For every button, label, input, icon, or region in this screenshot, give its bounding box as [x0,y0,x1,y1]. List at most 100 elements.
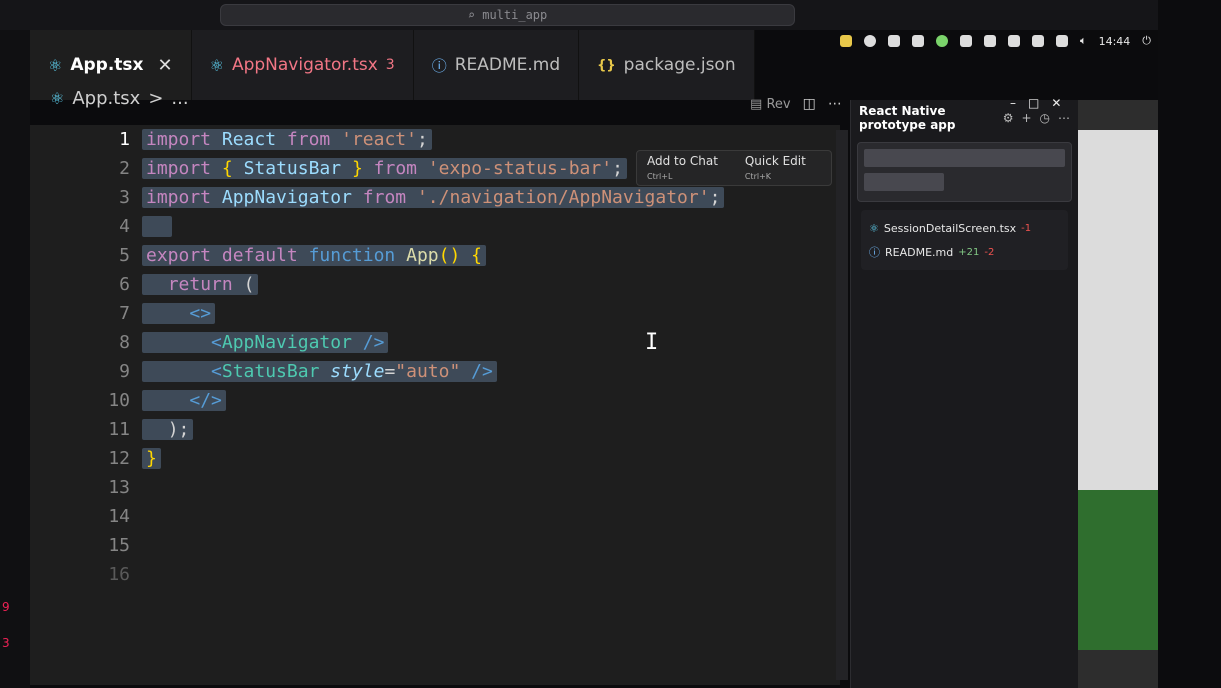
code-token: import [146,187,212,208]
code-token: = [384,361,396,382]
bluetooth-icon[interactable] [1031,35,1044,47]
code-token: <> [189,303,212,324]
battery-icon[interactable] [959,35,972,47]
react-icon: ⚛ [869,221,879,235]
code-line: export default function App() { [142,241,724,270]
code-line: <> [142,299,724,328]
search-icon: ⌕ [467,8,475,22]
power-icon[interactable]: ⏻ [1142,34,1151,48]
review-tab-label: Rev [766,96,791,112]
code-line: } [142,444,724,473]
location-icon[interactable] [887,35,900,47]
settings-icon[interactable]: ⚙ [1003,111,1014,125]
pen-icon[interactable] [1007,35,1020,47]
code-token: from [286,129,331,150]
code-token: { [221,158,233,179]
shield-icon[interactable] [911,35,924,47]
line-number: 13 [108,477,130,498]
status-icon[interactable] [935,35,948,47]
breadcrumb-more[interactable]: ... [171,88,188,109]
quick-edit-label: Quick Edit [744,154,806,168]
code-token: './navigation/AppNavigator' [416,187,710,208]
code-line [142,212,724,241]
breadcrumb-file[interactable]: App.tsx [72,88,140,109]
clock-time[interactable]: 14:44 [1099,35,1131,48]
tab-label: AppNavigator.tsx [231,55,378,75]
code-token: ; [612,158,623,179]
line-number: 8 [119,332,130,353]
clock-icon[interactable] [863,35,876,47]
blurred-text [864,173,945,191]
tab-actions: ▤ Rev ◫ ⋯ [750,96,842,112]
code-token: 'react' [341,129,417,150]
preview-icon: ▤ [750,96,763,112]
add-to-chat-button[interactable]: Add to Chat Ctrl+L [647,154,731,182]
command-center[interactable]: ⌕ multi_app [220,4,795,26]
chat-title[interactable]: React Native prototype app [859,104,1003,132]
line-number: 2 [119,158,130,179]
line-number: 7 [119,303,130,324]
maximize-icon[interactable]: □ [1028,96,1039,110]
tab-package-json[interactable]: {} package.json [579,30,755,100]
deletions-count: -1 [1021,222,1032,234]
code-line: <StatusBar style="auto" /> [142,357,724,386]
blurred-text [864,149,1065,167]
code-token: App [406,245,439,266]
code-token: () [438,245,461,266]
breadcrumb: ⚛ App.tsx > ... [50,88,189,109]
line-number: 5 [119,245,130,266]
background-window-content [1078,130,1158,490]
code-token: < [211,361,222,382]
code-line: <AppNavigator /> [142,328,724,357]
line-number: 10 [108,390,130,411]
code-token: ; [416,129,428,150]
monitor-icon[interactable] [839,35,852,47]
code-token: from [373,158,417,179]
volume-icon[interactable]: 🔈︎ [1080,34,1087,48]
title-bar: ⌕ multi_app [0,0,1221,30]
code-token: function [308,245,396,266]
code-token: AppNavigator [221,187,352,208]
more-icon[interactable]: ⋯ [1058,111,1070,125]
history-icon[interactable]: ◷ [1040,111,1050,125]
code-editor[interactable]: 1 2 3 4 5 6 7 8 9 10 11 12 13 14 15 16 i… [30,125,840,685]
editor-scrollbar[interactable] [836,130,848,680]
changed-file-item[interactable]: ⓘ README.md +21 -2 [869,240,1060,264]
code-token: import [146,129,212,150]
code-token: ( [243,274,255,295]
tab-readme-md[interactable]: ⓘ README.md [413,30,580,100]
chat-input[interactable] [857,142,1072,202]
left-marker: 9 [2,600,10,614]
split-editor-icon[interactable]: ◫ [803,96,816,112]
line-number: 16 [108,564,130,585]
tab-label: App.tsx [70,55,144,75]
quick-edit-button[interactable]: Quick Edit Ctrl+K [745,154,821,182]
new-chat-icon[interactable]: + [1021,111,1031,125]
line-number: 4 [119,216,130,237]
background-window [1078,100,1158,688]
code-token: "auto" [395,361,461,382]
line-number-gutter: 1 2 3 4 5 6 7 8 9 10 11 12 13 14 15 16 [60,125,140,589]
tab-appnavigator-tsx[interactable]: ⚛ AppNavigator.tsx 3 [191,30,414,100]
deletions-count: -2 [984,246,995,258]
file-name: SessionDetailScreen.tsx [883,221,1017,235]
close-icon[interactable]: ✕ [158,55,173,76]
code-token: default [221,245,298,266]
info-icon: ⓘ [431,56,447,75]
close-window-icon[interactable]: ✕ [1051,96,1061,110]
info-icon: ⓘ [869,246,880,259]
network-icon[interactable] [1055,35,1068,47]
command-center-text: multi_app [482,8,548,22]
more-actions-icon[interactable]: ⋯ [828,96,842,112]
add-to-chat-label: Add to Chat [647,154,718,168]
line-number: 3 [119,187,130,208]
line-number: 9 [119,361,130,382]
phone-icon[interactable] [983,35,996,47]
line-number: 15 [108,535,130,556]
changed-file-item[interactable]: ⚛ SessionDetailScreen.tsx -1 [869,216,1060,240]
code-token: import [146,158,212,179]
react-icon: ⚛ [50,89,65,108]
review-tab[interactable]: ▤ Rev [750,97,791,112]
text-cursor-icon: I [645,330,659,355]
minimize-icon[interactable]: – [1010,96,1016,110]
